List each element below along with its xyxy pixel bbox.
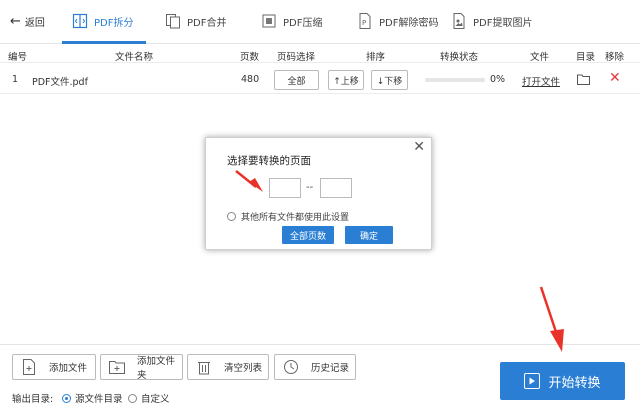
- remove-icon[interactable]: ✕: [609, 71, 621, 85]
- tab-pdf-unlock[interactable]: P PDF解除密码: [357, 10, 438, 32]
- source-dir-label: 源文件目录: [75, 394, 123, 405]
- custom-dir-radio[interactable]: [128, 393, 137, 403]
- page-to-input[interactable]: [320, 178, 352, 198]
- tab-pdf-compress[interactable]: PDF压缩: [261, 10, 322, 32]
- tab-pdf-merge[interactable]: PDF合并: [165, 10, 226, 32]
- split-icon: [72, 12, 88, 30]
- header-remove: 移除: [605, 52, 625, 63]
- folder-icon[interactable]: [577, 74, 590, 88]
- unlock-icon: P: [357, 12, 373, 30]
- header-order: 排序: [366, 52, 386, 63]
- compress-icon: [261, 12, 277, 30]
- clock-icon: [283, 358, 299, 376]
- add-folder-button[interactable]: 添加文件夹: [100, 354, 183, 381]
- header-no: 编号: [8, 52, 28, 63]
- page-select-button[interactable]: 全部: [274, 70, 319, 90]
- add-file-label: 添加文件: [49, 363, 88, 374]
- trash-icon: [196, 358, 212, 376]
- page-from-input[interactable]: [269, 178, 301, 198]
- add-file-icon: [21, 358, 37, 376]
- header-pages: 页数: [240, 52, 260, 63]
- history-label: 历史记录: [311, 363, 350, 374]
- back-arrow-icon: ←: [10, 13, 21, 29]
- header-name: 文件名称: [115, 52, 154, 63]
- merge-icon: [165, 12, 181, 30]
- table-row: 1 PDF文件.pdf 480 全部 ↑上移 ↓下移 0% 打开文件 ✕: [0, 66, 640, 94]
- confirm-button[interactable]: 确定: [345, 226, 393, 244]
- header-status: 转换状态: [440, 52, 479, 63]
- move-up-button[interactable]: ↑上移: [328, 70, 364, 90]
- all-pages-button[interactable]: 全部页数: [282, 226, 334, 244]
- history-button[interactable]: 历史记录: [274, 354, 356, 380]
- tab-label: PDF提取图片: [473, 17, 533, 29]
- add-folder-icon: [109, 358, 125, 376]
- row-pages: 480: [241, 74, 260, 85]
- tab-label: PDF合并: [187, 17, 227, 29]
- header-dir: 目录: [576, 52, 596, 63]
- tab-label: PDF压缩: [283, 17, 323, 29]
- header-page-select: 页码选择: [277, 52, 316, 63]
- row-file-name: PDF文件.pdf: [32, 77, 88, 88]
- extract-image-icon: [451, 12, 467, 30]
- add-file-button[interactable]: 添加文件: [12, 354, 96, 380]
- tab-pdf-split[interactable]: PDF拆分: [72, 10, 133, 32]
- clear-list-label: 清空列表: [224, 363, 263, 374]
- output-source-option[interactable]: 源文件目录: [62, 391, 123, 405]
- dialog-title: 选择要转换的页面: [227, 155, 311, 167]
- back-button[interactable]: ← 返回: [10, 13, 45, 30]
- clear-list-button[interactable]: 清空列表: [187, 354, 269, 380]
- tab-pdf-extract-images[interactable]: PDF提取图片: [451, 10, 532, 32]
- row-no: 1: [12, 74, 19, 85]
- move-down-button[interactable]: ↓下移: [371, 70, 408, 90]
- open-file-link[interactable]: 打开文件: [522, 74, 560, 88]
- apply-all-label: 其他所有文件都使用此设置: [241, 213, 350, 223]
- tab-label: PDF拆分: [94, 17, 134, 29]
- active-tab-indicator: [62, 41, 146, 44]
- back-label: 返回: [24, 18, 45, 29]
- annotation-arrow-icon: [539, 286, 564, 352]
- conversion-progress-bar: [425, 78, 485, 82]
- range-separator: --: [306, 182, 314, 193]
- file-table-header: 编号 文件名称 页数 页码选择 排序 转换状态 文件 目录 移除: [0, 47, 640, 63]
- tab-label: PDF解除密码: [379, 17, 439, 29]
- start-convert-button[interactable]: 开始转换: [500, 362, 625, 400]
- custom-dir-label: 自定义: [141, 394, 170, 405]
- page-range-dialog: 选择要转换的页面 ✕ -- 其他所有文件都使用此设置 全部页数 确定: [205, 137, 432, 250]
- apply-all-radio[interactable]: [227, 212, 236, 221]
- apply-all-option[interactable]: 其他所有文件都使用此设置: [227, 210, 349, 223]
- play-icon: [524, 373, 541, 389]
- source-dir-radio[interactable]: [62, 393, 71, 403]
- svg-text:P: P: [362, 19, 366, 27]
- close-icon[interactable]: ✕: [413, 139, 425, 155]
- add-folder-label: 添加文件夹: [137, 356, 176, 381]
- output-dir-label: 输出目录:: [12, 394, 54, 405]
- start-convert-label: 开始转换: [548, 375, 601, 391]
- output-custom-option[interactable]: 自定义: [128, 391, 170, 405]
- bottom-toolbar: 添加文件 添加文件夹 清空列表 历史记录 输出目录: 源文件目录 自定义 开始转…: [0, 344, 640, 414]
- header-file: 文件: [530, 52, 550, 63]
- top-toolbar: ← 返回 PDF拆分 PDF合并 PDF压缩 P PDF解除密码 PDF提取图片: [0, 0, 640, 44]
- progress-percent: 0%: [490, 74, 506, 85]
